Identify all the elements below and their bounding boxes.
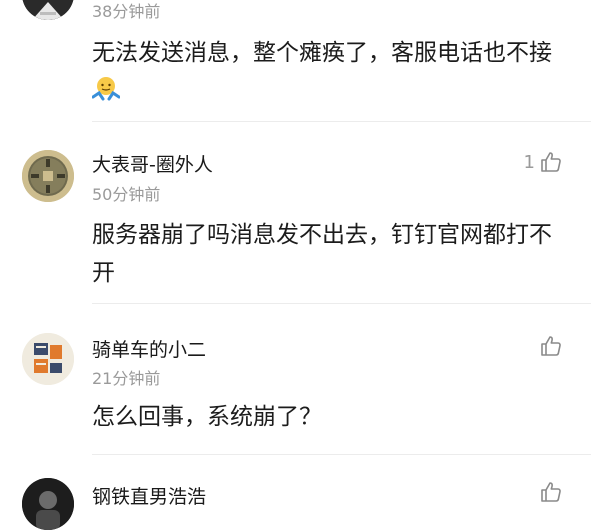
- old-coin-avatar[interactable]: [22, 150, 74, 202]
- like-button[interactable]: [539, 480, 563, 504]
- avatar[interactable]: [22, 0, 74, 20]
- thumbs-up-icon: [541, 482, 561, 502]
- shrugging-face-emoji: [92, 77, 120, 101]
- comment-text-body: 无法发送消息，整个瘫痪了，客服电话也不接: [92, 40, 552, 66]
- like-button[interactable]: [539, 334, 563, 358]
- comment-time: 21分钟前: [92, 369, 161, 388]
- divider: [92, 121, 591, 122]
- like-count: 1: [523, 151, 535, 173]
- username[interactable]: 骑单车的小二: [92, 335, 206, 362]
- thumbs-up-icon: [541, 152, 561, 172]
- power-people-avatar[interactable]: [22, 333, 74, 385]
- comment-text: 服务器崩了吗消息发不出去，钉钉官网都打不开: [92, 222, 552, 286]
- like-button[interactable]: 1: [524, 150, 563, 174]
- comment-time: 50分钟前: [92, 185, 161, 204]
- divider: [92, 303, 591, 304]
- dark-figure-avatar[interactable]: [22, 478, 74, 530]
- username[interactable]: 钢铁直男浩浩: [92, 482, 206, 509]
- comment-time: 38分钟前: [92, 2, 161, 21]
- divider: [92, 454, 591, 455]
- thumbs-up-icon: [541, 336, 561, 356]
- comment-text: 无法发送消息，整个瘫痪了，客服电话也不接: [92, 34, 562, 110]
- comment-text: 怎么回事，系统崩了？: [92, 404, 322, 430]
- username[interactable]: 大表哥-圈外人: [92, 150, 213, 177]
